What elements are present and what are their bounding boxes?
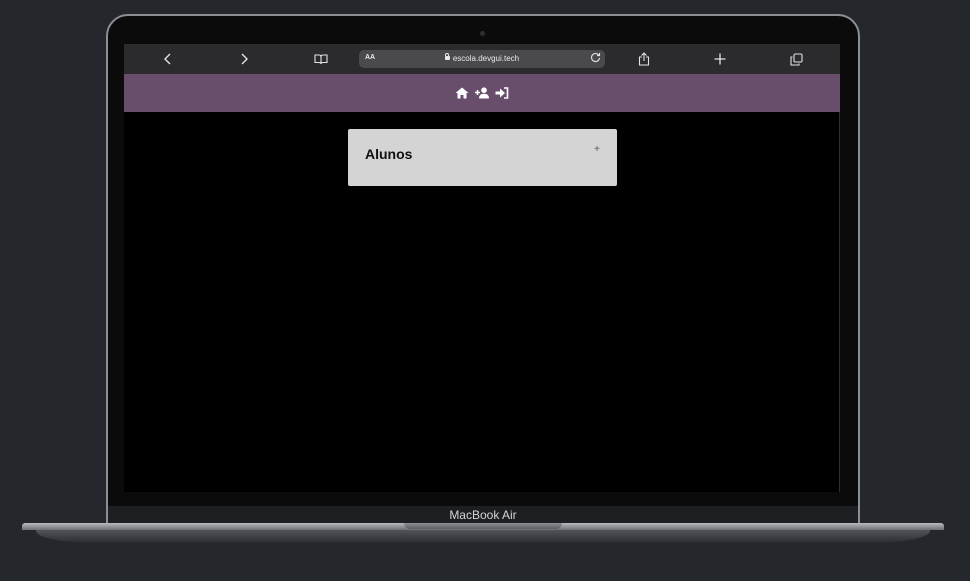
add-user-icon[interactable] xyxy=(475,87,489,99)
bookmarks-button[interactable] xyxy=(307,44,335,74)
share-button[interactable] xyxy=(630,44,658,74)
site-nav xyxy=(124,74,840,112)
tabs-icon xyxy=(789,52,803,66)
lock-icon xyxy=(444,53,450,60)
url-text: escola.devgui.tech xyxy=(452,54,520,63)
sign-in-icon[interactable] xyxy=(495,87,509,99)
forward-button[interactable] xyxy=(230,44,258,74)
url-text-container: escola.devgui.tech xyxy=(359,53,605,63)
tabs-button[interactable] xyxy=(782,44,810,74)
chevron-right-icon xyxy=(241,53,248,65)
card-title: Alunos xyxy=(365,146,413,162)
new-tab-button[interactable] xyxy=(706,44,734,74)
book-icon xyxy=(314,53,328,64)
device-label: MacBook Air xyxy=(108,506,858,524)
home-icon[interactable] xyxy=(455,87,469,99)
scrollbar[interactable] xyxy=(839,112,840,492)
screen: AA escola.devgui.tech Alunos + xyxy=(124,44,840,492)
back-button[interactable] xyxy=(154,44,182,74)
laptop-base-bottom xyxy=(36,530,930,543)
students-card: Alunos + xyxy=(348,129,617,186)
share-icon xyxy=(638,52,650,66)
chevron-left-icon xyxy=(164,53,171,65)
address-bar[interactable]: AA escola.devgui.tech xyxy=(359,50,605,68)
camera xyxy=(480,31,485,36)
add-student-button[interactable]: + xyxy=(594,144,600,155)
browser-toolbar: AA escola.devgui.tech xyxy=(124,44,840,74)
plus-icon xyxy=(714,53,726,65)
reload-icon[interactable] xyxy=(590,52,601,65)
lid-notch xyxy=(404,523,562,529)
